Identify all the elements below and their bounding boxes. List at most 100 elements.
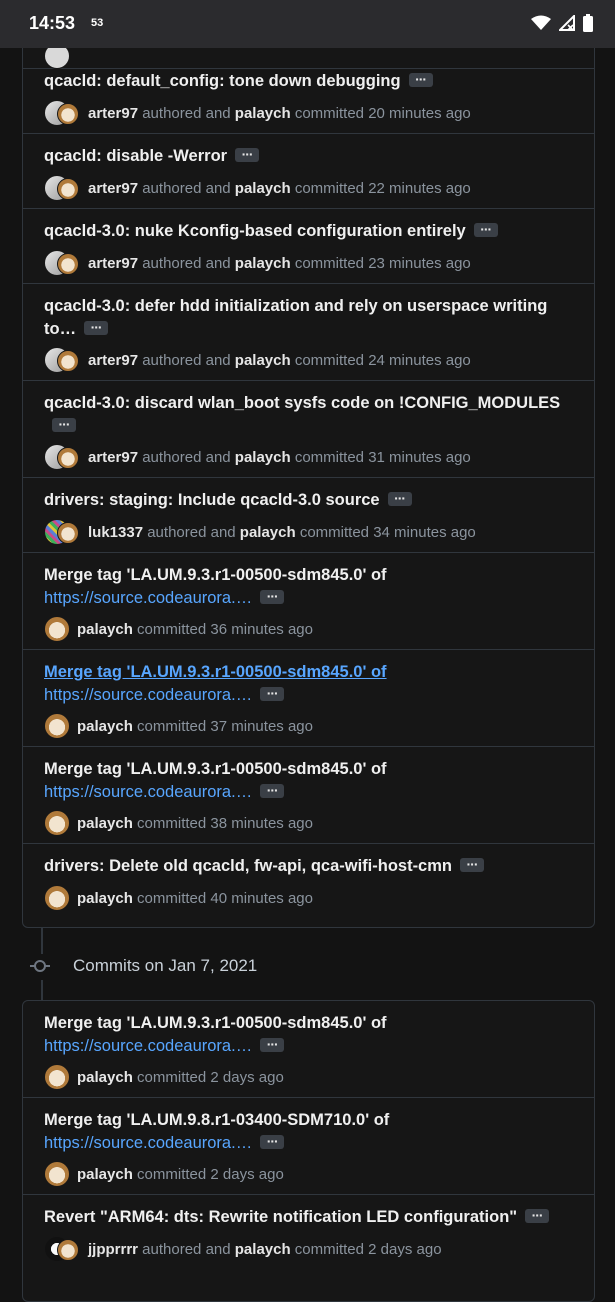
commit-message-link[interactable]: Merge tag 'LA.UM.9.3.r1-00500-sdm845.0' … — [44, 663, 387, 681]
source-url-link[interactable]: https://source.codeaurora.… — [44, 686, 252, 704]
avatar-committer[interactable] — [57, 350, 79, 372]
committer-name[interactable]: palaych — [235, 449, 291, 466]
expand-message-button[interactable] — [387, 487, 412, 510]
committed-text: committed — [132, 1068, 211, 1086]
expand-message-button[interactable] — [260, 779, 285, 802]
avatar-stack — [44, 175, 80, 201]
avatar-committer[interactable] — [57, 178, 79, 200]
avatar-committer[interactable] — [57, 447, 79, 469]
avatar-stack — [44, 885, 70, 911]
expand-message-button[interactable] — [84, 316, 109, 339]
committer-name[interactable]: palaych — [77, 1069, 133, 1086]
author-name[interactable]: arter97 — [88, 105, 138, 122]
commit-meta: jjpprrrr authored and palaych committed … — [44, 1236, 442, 1262]
committed-text: committed — [290, 448, 369, 466]
commit-message-link[interactable]: Revert "ARM64: dts: Rewrite notification… — [44, 1208, 517, 1226]
expand-message-button[interactable] — [260, 682, 285, 705]
expand-message-button[interactable] — [260, 1033, 285, 1056]
author-name[interactable]: arter97 — [88, 180, 138, 197]
commit-meta: palaych committed 2 days ago — [44, 1064, 284, 1090]
commit-meta: palaych committed 2 days ago — [44, 1161, 284, 1187]
avatar-committer[interactable] — [44, 616, 70, 642]
commit-message-link[interactable]: qcacld: default_config: tone down debugg… — [44, 72, 401, 90]
avatar-stack — [44, 100, 80, 126]
commit-title: Merge tag 'LA.UM.9.3.r1-00500-sdm845.0' … — [44, 564, 569, 610]
notification-count: 53 — [91, 17, 104, 29]
commit-time: 20 minutes ago — [368, 104, 471, 122]
commit-list-box: qcacld: default_config: tone down debugg… — [22, 0, 595, 928]
avatar-committer[interactable] — [44, 1161, 70, 1187]
signal-icon — [559, 15, 575, 31]
source-url-link[interactable]: https://source.codeaurora.… — [44, 589, 252, 607]
committer-name[interactable]: palaych — [240, 524, 296, 541]
avatar-stack — [44, 1236, 80, 1262]
committed-text: committed — [295, 523, 374, 541]
avatar-committer[interactable] — [44, 1064, 70, 1090]
commit-time: 2 days ago — [368, 1240, 442, 1258]
expand-message-button[interactable] — [260, 585, 285, 608]
commit-meta: arter97 authored and palaych committed 2… — [44, 100, 471, 126]
commit-message-link[interactable]: Merge tag 'LA.UM.9.3.r1-00500-sdm845.0' … — [44, 1014, 387, 1032]
commit-row: Merge tag 'LA.UM.9.3.r1-00500-sdm845.0' … — [23, 747, 594, 844]
avatar-committer[interactable] — [44, 810, 70, 836]
commit-meta: arter97 authored and palaych committed 3… — [44, 444, 471, 470]
commit-group-header: Commits on Jan 7, 2021 — [0, 953, 615, 981]
authored-and-text: authored and — [143, 523, 240, 541]
commit-message-link[interactable]: qcacld: disable -Werror — [44, 147, 227, 165]
commit-message-link[interactable]: Merge tag 'LA.UM.9.3.r1-00500-sdm845.0' … — [44, 566, 387, 584]
commit-message-link[interactable]: Merge tag 'LA.UM.9.8.r1-03400-SDM710.0' … — [44, 1111, 389, 1129]
commit-message-link[interactable]: qcacld-3.0: nuke Kconfig-based configura… — [44, 222, 466, 240]
expand-message-button[interactable] — [473, 218, 498, 241]
commit-title: qcacld-3.0: nuke Kconfig-based configura… — [44, 218, 569, 243]
commit-meta: palaych committed 36 minutes ago — [44, 616, 313, 642]
source-url-link[interactable]: https://source.codeaurora.… — [44, 1134, 252, 1152]
committer-name[interactable]: palaych — [235, 255, 291, 272]
author-name[interactable]: jjpprrrr — [88, 1241, 138, 1258]
commit-message-link[interactable]: drivers: Delete old qcacld, fw-api, qca-… — [44, 857, 452, 875]
committer-name[interactable]: palaych — [235, 180, 291, 197]
commit-row: Merge tag 'LA.UM.9.3.r1-00500-sdm845.0' … — [23, 553, 594, 650]
committer-name[interactable]: palaych — [77, 1166, 133, 1183]
expand-message-button[interactable] — [460, 853, 484, 876]
commit-message-link[interactable]: qcacld-3.0: discard wlan_boot sysfs code… — [44, 394, 560, 412]
authored-and-text: authored and — [138, 448, 235, 466]
avatar-committer[interactable] — [57, 522, 79, 544]
expand-message-button[interactable] — [260, 1130, 285, 1153]
avatar-committer[interactable] — [57, 253, 79, 275]
commit-meta: palaych committed 37 minutes ago — [44, 713, 313, 739]
commit-time: 24 minutes ago — [368, 351, 471, 369]
expand-message-button[interactable] — [52, 413, 76, 436]
expand-message-button[interactable] — [235, 143, 260, 166]
avatar-committer[interactable] — [44, 885, 70, 911]
authored-and-text: authored and — [138, 104, 235, 122]
committed-text: committed — [290, 351, 369, 369]
committer-name[interactable]: palaych — [235, 1241, 291, 1258]
expand-message-button[interactable] — [408, 68, 433, 91]
commit-time: 23 minutes ago — [368, 254, 471, 272]
commit-title: Merge tag 'LA.UM.9.3.r1-00500-sdm845.0' … — [44, 1012, 569, 1058]
commit-time: 38 minutes ago — [210, 814, 313, 832]
committer-name[interactable]: palaych — [235, 352, 291, 369]
author-name[interactable]: arter97 — [88, 255, 138, 272]
author-name[interactable]: luk1337 — [88, 524, 143, 541]
avatar-stack — [44, 444, 80, 470]
author-name[interactable]: arter97 — [88, 449, 138, 466]
committer-name[interactable]: palaych — [77, 815, 133, 832]
source-url-link[interactable]: https://source.codeaurora.… — [44, 1037, 252, 1055]
expand-message-button[interactable] — [525, 1204, 550, 1227]
commit-message-link[interactable]: qcacld-3.0: defer hdd initialization and… — [44, 297, 547, 338]
committed-text: committed — [132, 889, 211, 907]
source-url-link[interactable]: https://source.codeaurora.… — [44, 783, 252, 801]
commit-title: qcacld: disable -Werror — [44, 143, 569, 168]
committer-name[interactable]: palaych — [77, 718, 133, 735]
committer-name[interactable]: palaych — [77, 890, 133, 907]
avatar-committer[interactable] — [44, 713, 70, 739]
avatar-committer[interactable] — [57, 103, 79, 125]
committer-name[interactable]: palaych — [235, 105, 291, 122]
author-name[interactable]: arter97 — [88, 352, 138, 369]
avatar-committer[interactable] — [57, 1239, 79, 1261]
commit-message-link[interactable]: Merge tag 'LA.UM.9.3.r1-00500-sdm845.0' … — [44, 760, 387, 778]
authored-and-text: authored and — [138, 1240, 235, 1258]
commit-message-link[interactable]: drivers: staging: Include qcacld-3.0 sou… — [44, 491, 380, 509]
committer-name[interactable]: palaych — [77, 621, 133, 638]
